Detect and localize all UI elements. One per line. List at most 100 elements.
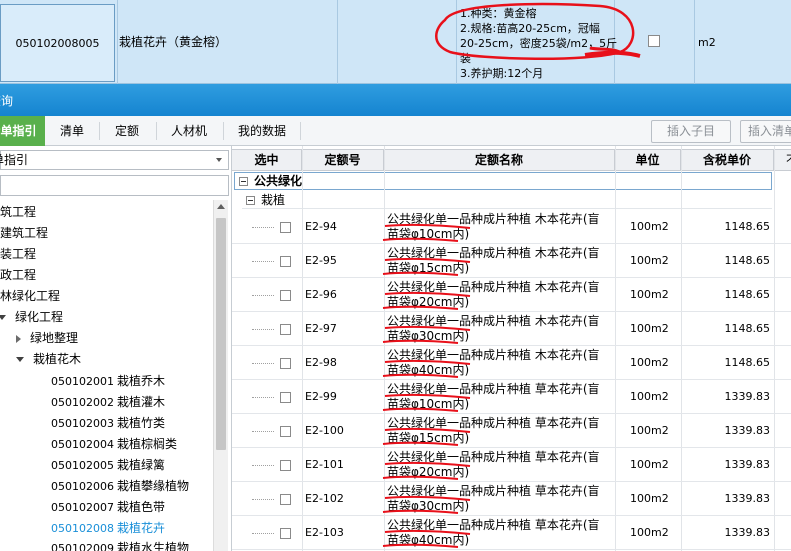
row-checkbox[interactable] (280, 392, 291, 403)
list-code: 050102005 (51, 459, 114, 472)
tree-leaf[interactable]: 050102001 栽植乔木 (51, 372, 165, 389)
list-name: 栽植攀缘植物 (117, 479, 190, 493)
quota-price: 1148.65 (724, 220, 771, 233)
tree-leaf[interactable]: 050102005 栽植绿篱 (51, 456, 165, 473)
query-tabs: 清单指引 清单 定额 人材机 我的数据 插入子目 插入清单 (0, 116, 791, 146)
tree-search-input[interactable] (0, 175, 229, 196)
guide-tree-panel: 清单指引 建筑工程 仿古建筑工程 安装工程 市政工程 园林绿化工程 绿化工程 绿… (0, 146, 232, 551)
tree-item-land-prep[interactable]: 绿地整理 (16, 329, 78, 346)
tree-item-ancient-building[interactable]: 仿古建筑工程 (0, 224, 48, 241)
tree-leaf[interactable]: 050102003 栽植竹类 (51, 414, 165, 431)
list-name-cell[interactable]: 栽植花卉（黄金榕） (119, 33, 227, 50)
quota-price: 1339.83 (724, 526, 771, 539)
tree-connector (252, 465, 274, 466)
collapse-icon[interactable] (239, 177, 248, 186)
quota-row[interactable]: E2-99 公共绿化单一品种成片种植 草本花卉(盲苗袋φ10cm内) 100m2 13… (232, 380, 791, 414)
row-checkbox[interactable] (280, 460, 291, 471)
list-code: 050102006 (51, 480, 114, 493)
tree-item-greening[interactable]: 绿化工程 (0, 308, 63, 325)
scroll-thumb[interactable] (216, 218, 226, 450)
tree-leaf[interactable]: 050102004 栽植棕榈类 (51, 435, 177, 452)
row-checkbox[interactable] (648, 35, 660, 47)
tree-scrollbar[interactable] (213, 200, 228, 551)
quota-no: E2-97 (305, 322, 337, 335)
quota-no: E2-96 (305, 288, 337, 301)
quota-no: E2-101 (305, 458, 344, 471)
quota-row[interactable]: E2-94 公共绿化单一品种成片种植 木本花卉(盲苗袋φ10cm内) 100m2 11… (232, 210, 791, 244)
expanded-arrow-icon[interactable] (16, 357, 24, 362)
tree-item-label: 栽植花木 (33, 352, 82, 366)
row-checkbox[interactable] (280, 290, 291, 301)
row-checkbox[interactable] (280, 256, 291, 267)
tree-connector (252, 397, 274, 398)
quota-no: E2-102 (305, 492, 344, 505)
header-quota-no[interactable]: 定额号 (302, 150, 384, 171)
group-row-planting[interactable]: 栽植 (242, 191, 772, 209)
tree-leaf-selected[interactable]: 050102008 栽植花卉 (51, 519, 165, 536)
feature-description-cell[interactable]: 1.种类：黄金榕 2.规格:苗高20-25cm，冠幅 20-25cm，密度25袋… (460, 6, 620, 81)
expanded-arrow-icon[interactable] (0, 315, 6, 320)
quota-no: E2-94 (305, 220, 337, 233)
quota-name: 公共绿化单一品种成片种植 草本花卉(盲苗袋φ20cm内) (387, 450, 600, 479)
insert-child-button[interactable]: 插入子目 (651, 120, 731, 143)
tree-item-label: 绿化工程 (15, 310, 64, 324)
tab-list[interactable]: 清单 (47, 116, 97, 146)
collapsed-arrow-icon[interactable] (16, 334, 21, 343)
description-line: 1.种类：黄金榕 (460, 7, 537, 20)
column-divider (456, 0, 457, 84)
quota-row[interactable]: E2-97 公共绿化单一品种成片种植 木本花卉(盲苗袋φ30cm内) 100m2 11… (232, 312, 791, 346)
unit-cell: m2 (698, 36, 716, 49)
quota-name: 公共绿化单一品种成片种植 木本花卉(盲苗袋φ40cm内) (387, 348, 600, 377)
header-quota-name[interactable]: 定额名称 (384, 150, 615, 171)
chevron-down-icon[interactable] (216, 158, 222, 162)
row-checkbox[interactable] (280, 528, 291, 539)
list-name: 栽植水生植物 (117, 541, 190, 551)
quota-unit: 100m2 (630, 288, 669, 301)
row-checkbox[interactable] (280, 358, 291, 369)
row-checkbox[interactable] (280, 222, 291, 233)
quota-row[interactable]: E2-102 公共绿化单一品种成片种植 草本花卉(盲苗袋φ30cm内) 100m2 1… (232, 482, 791, 516)
header-unit[interactable]: 单位 (615, 150, 681, 171)
row-checkbox[interactable] (280, 324, 291, 335)
tree-item-installation[interactable]: 安装工程 (0, 245, 36, 262)
tree-item-building[interactable]: 建筑工程 (0, 203, 36, 220)
selected-list-row[interactable]: 050102008005 栽植花卉（黄金榕） 1.种类：黄金榕 2.规格:苗高2… (0, 0, 791, 84)
column-divider (337, 0, 338, 84)
quota-no: E2-99 (305, 390, 337, 403)
header-price[interactable]: 含税单价 (681, 150, 774, 171)
list-code: 050102001 (51, 375, 114, 388)
tree-item-landscape[interactable]: 园林绿化工程 (0, 287, 60, 304)
tab-list-guide[interactable]: 清单指引 (0, 116, 45, 146)
quota-row[interactable]: E2-98 公共绿化单一品种成片种植 木本花卉(盲苗袋φ40cm内) 100m2 11… (232, 346, 791, 380)
quota-row[interactable]: E2-103 公共绿化单一品种成片种植 草本花卉(盲苗袋φ40cm内) 100m2 1… (232, 516, 791, 550)
quota-row[interactable]: E2-95 公共绿化单一品种成片种植 木本花卉(盲苗袋φ15cm内) 100m2 11… (232, 244, 791, 278)
collapse-icon[interactable] (246, 196, 255, 205)
quota-grid: 选中 定额号 定额名称 单位 含税单价 不 公共绿化 栽植 E2-94 公共绿化单… (232, 146, 791, 551)
group-row-public-greening[interactable]: 公共绿化 (234, 172, 772, 190)
row-checkbox[interactable] (280, 494, 291, 505)
list-name: 栽植棕榈类 (117, 437, 178, 451)
tab-quota[interactable]: 定额 (100, 116, 154, 146)
description-line: 20-25cm，密度25袋/m2，5斤 (460, 37, 618, 50)
guide-select[interactable]: 清单指引 (0, 150, 229, 170)
insert-list-button[interactable]: 插入清单 (740, 120, 791, 143)
header-select[interactable]: 选中 (232, 150, 302, 171)
tree-leaf[interactable]: 050102007 栽植色带 (51, 498, 165, 515)
header-extra[interactable]: 不 (774, 150, 791, 171)
tree-leaf[interactable]: 050102002 栽植灌木 (51, 393, 165, 410)
list-code: 050102004 (51, 438, 114, 451)
list-code: 050102007 (51, 501, 114, 514)
quota-row[interactable]: E2-101 公共绿化单一品种成片种植 草本花卉(盲苗袋φ20cm内) 100m2 1… (232, 448, 791, 482)
tree-leaf[interactable]: 050102009 栽植水生植物 (51, 539, 189, 551)
quota-row[interactable]: E2-96 公共绿化单一品种成片种植 木本花卉(盲苗袋φ20cm内) 100m2 11… (232, 278, 791, 312)
tree-item-planting[interactable]: 栽植花木 (16, 350, 81, 367)
scroll-up-icon[interactable] (217, 204, 225, 209)
tree-item-municipal[interactable]: 市政工程 (0, 266, 36, 283)
row-checkbox[interactable] (280, 426, 291, 437)
quota-row[interactable]: E2-100 公共绿化单一品种成片种植 草本花卉(盲苗袋φ15cm内) 100m2 1… (232, 414, 791, 448)
list-name: 栽植花卉 (117, 521, 166, 535)
list-code-cell[interactable]: 050102008005 (0, 4, 115, 82)
tree-leaf[interactable]: 050102006 栽植攀缘植物 (51, 477, 189, 494)
tab-labor-materials[interactable]: 人材机 (157, 116, 221, 146)
tab-my-data[interactable]: 我的数据 (224, 116, 300, 146)
